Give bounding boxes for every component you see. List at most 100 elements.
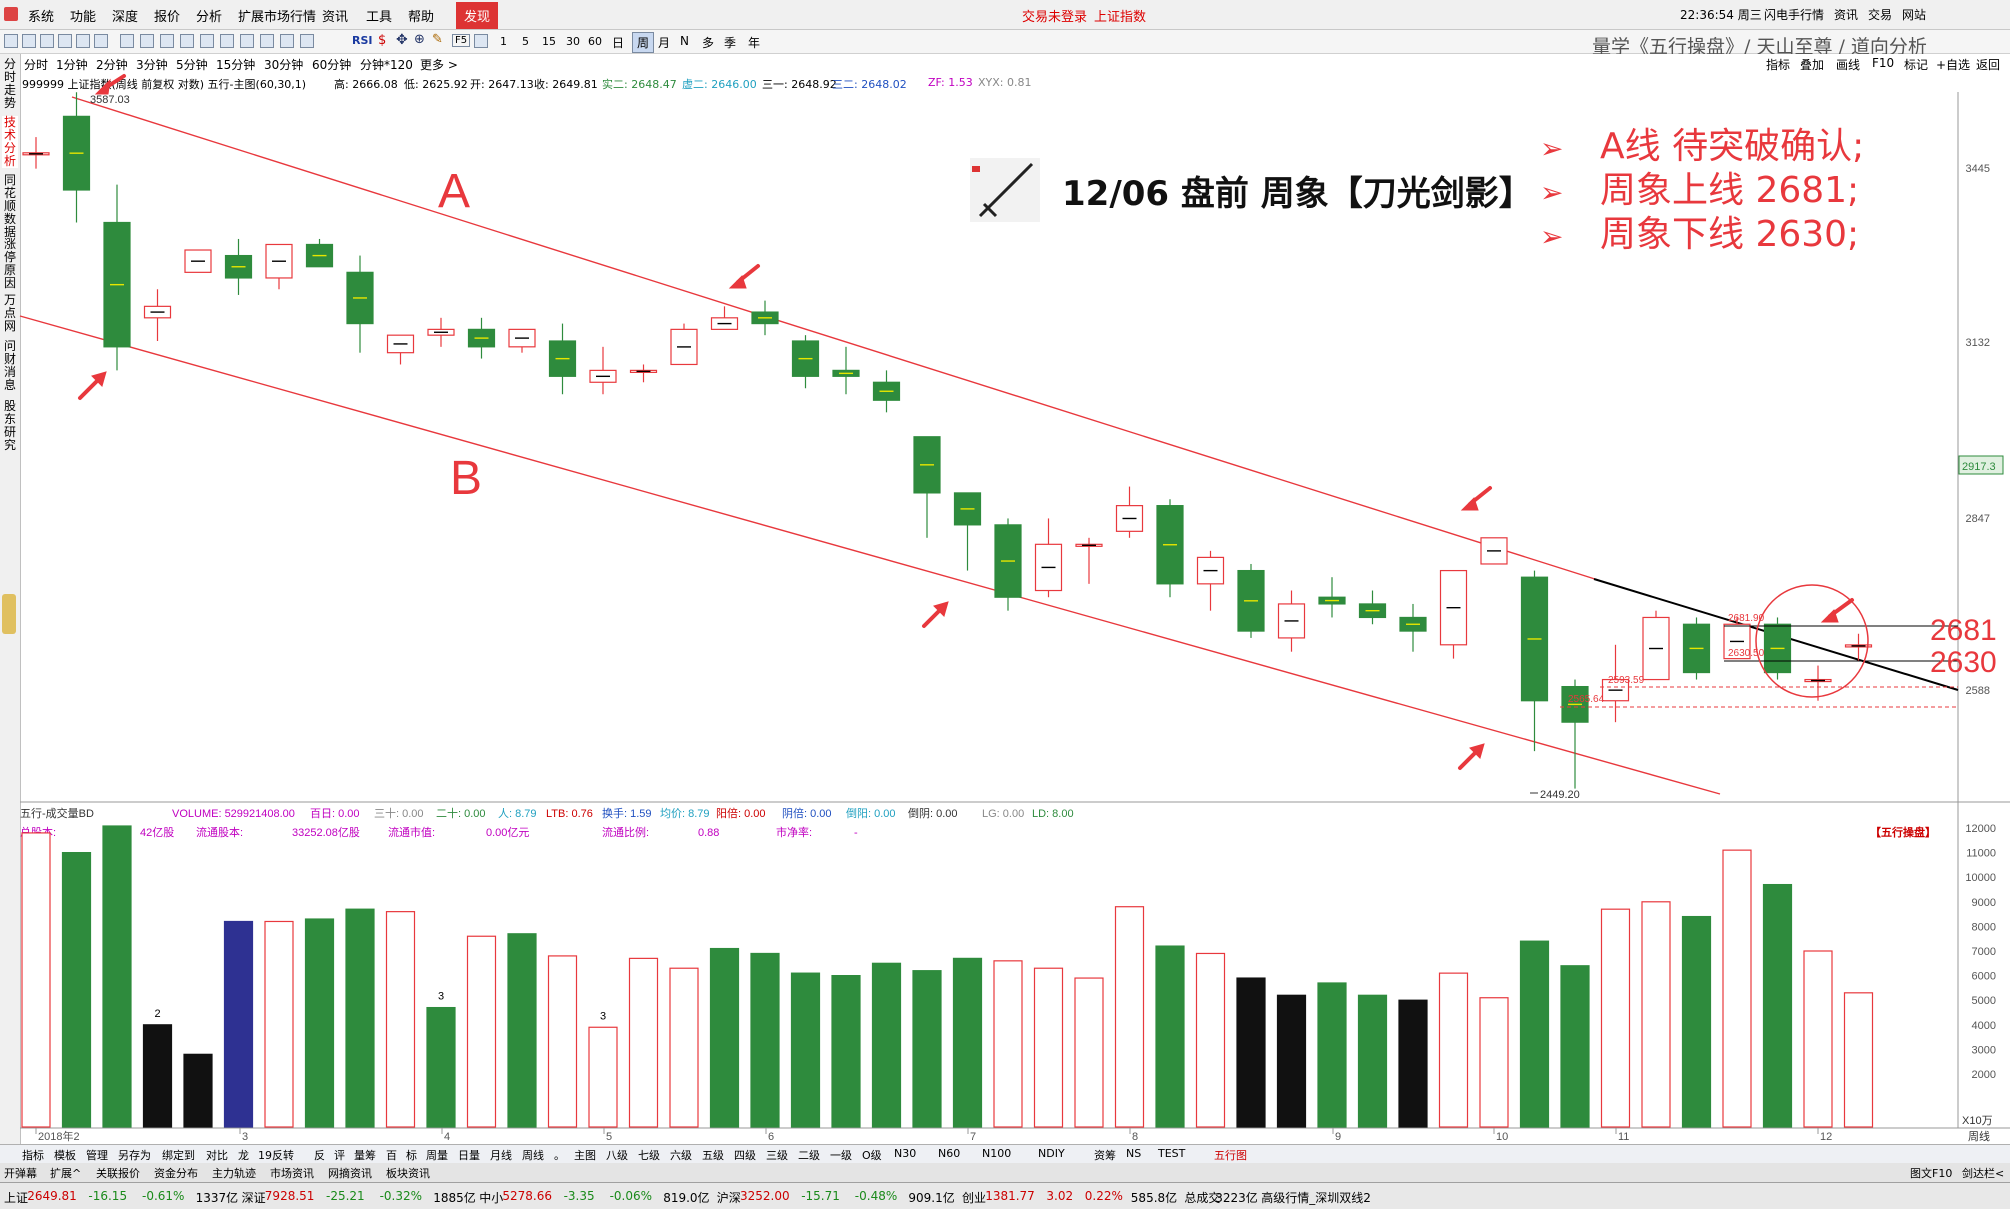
vol-sjl-value: - — [854, 827, 858, 839]
indicator-tab[interactable]: 周线 — [522, 1147, 544, 1163]
arrow-markers — [78, 74, 1854, 770]
status-item: -25.21 — [326, 1189, 365, 1203]
candle — [1399, 603, 1427, 652]
indicator-tab-bar: 指标 模板 管理 另存为 绑定到 对比龙 19反转 反评量筹百标周量 日量 月线 周线。主图 八级 七级… — [0, 1144, 2010, 1163]
indicator-tab[interactable]: 四级 — [734, 1147, 756, 1163]
level-label-2593: 2593.59 — [1608, 675, 1645, 686]
indicator-tab[interactable]: 管理 — [86, 1147, 108, 1163]
indicator-tab[interactable]: 八级 — [606, 1147, 628, 1163]
indicator-tab[interactable]: O级 — [862, 1147, 882, 1163]
volume-bar — [183, 1053, 213, 1128]
candle — [1439, 569, 1468, 659]
volume-bar — [628, 957, 659, 1128]
status-item: 909.1亿 — [908, 1191, 955, 1205]
status-item: -16.15 — [88, 1189, 128, 1203]
indicator-tab[interactable]: 19反转 — [258, 1147, 294, 1163]
indicator-tab[interactable]: TEST — [1158, 1147, 1185, 1160]
indicator-tab[interactable]: 模板 — [54, 1147, 76, 1163]
candle — [346, 255, 374, 353]
volume-bar — [588, 1026, 618, 1128]
candle — [791, 335, 820, 389]
indicator-tab[interactable]: 反 — [314, 1147, 325, 1163]
volume-tick: 12000 — [1965, 823, 1996, 835]
bottom-tab[interactable]: 关联报价 — [96, 1165, 140, 1181]
indicator-tab[interactable]: 五级 — [702, 1147, 724, 1163]
volume-bar — [750, 952, 780, 1128]
indicator-tab[interactable]: 二级 — [798, 1147, 820, 1163]
vol-ltsz: 流通市值: — [388, 825, 435, 839]
date-tick-label: 3 — [242, 1131, 248, 1143]
candle — [508, 328, 536, 353]
volume-bar — [1114, 906, 1145, 1128]
indicator-tab[interactable]: 三级 — [766, 1147, 788, 1163]
status-item: 高级行情_深圳双线2 — [1261, 1191, 1371, 1205]
bottom-tab[interactable]: 网摘资讯 — [328, 1165, 372, 1181]
candle — [670, 323, 698, 366]
volume-tick: 8000 — [1972, 921, 1996, 933]
vol-lb: 倒阳: 0.00 — [846, 807, 896, 820]
indicator-tab[interactable]: 主图 — [574, 1147, 596, 1163]
bottom-tab[interactable]: 开弹幕 — [4, 1165, 37, 1181]
indicator-tab[interactable]: 另存为 — [118, 1147, 151, 1163]
indicator-tab[interactable]: 评 — [334, 1147, 345, 1163]
indicator-tab[interactable]: 指标 — [22, 1147, 44, 1163]
bottom-tab[interactable]: 扩展^ — [50, 1165, 81, 1181]
candle — [22, 137, 50, 169]
indicator-tab[interactable]: 六级 — [670, 1147, 692, 1163]
volume-tick: 5000 — [1972, 995, 1996, 1007]
status-item: 创业 — [962, 1191, 987, 1205]
indicator-tab[interactable]: 五行图 — [1214, 1147, 1247, 1163]
indicator-tab[interactable]: 绑定到 — [162, 1147, 195, 1163]
indicator-tab[interactable]: 月线 — [490, 1147, 512, 1163]
kline-chart[interactable]: 3445 3132 2847 2588 2917.3 A B 2681.90 2… — [0, 0, 2010, 1209]
btn-graphic-f10[interactable]: 图文F10 — [1910, 1165, 1952, 1181]
bottom-tab[interactable]: 市场资讯 — [270, 1165, 314, 1181]
indicator-tab[interactable]: 龙 — [238, 1147, 249, 1163]
candle — [629, 364, 658, 383]
indicator-tab[interactable]: 标 — [406, 1147, 417, 1163]
indicator-tab[interactable]: 。 — [554, 1147, 565, 1163]
bottom-tab[interactable]: 板块资讯 — [386, 1165, 430, 1181]
indicator-tab[interactable]: 一级 — [830, 1147, 852, 1163]
status-item: -0.32% — [379, 1189, 423, 1203]
vol-b100: 百日: 0.00 — [310, 808, 360, 820]
date-tick-label: 8 — [1132, 1131, 1138, 1143]
volume-bar — [1033, 967, 1064, 1128]
volume-bar — [547, 955, 578, 1128]
indicator-tab[interactable]: N30 — [894, 1147, 916, 1160]
candle — [386, 334, 415, 365]
indicator-tab[interactable]: 资筹 — [1094, 1147, 1116, 1163]
indicator-tab[interactable]: 七级 — [638, 1147, 660, 1163]
vol-volume: VOLUME: 529921408.00 — [172, 808, 295, 820]
indicator-tab[interactable]: N60 — [938, 1147, 960, 1160]
volume-bar — [426, 1006, 456, 1128]
high-extreme-label: 3587.03 — [90, 94, 130, 106]
btn-sword-bar[interactable]: 剑达栏< — [1962, 1165, 2004, 1181]
date-tick-label: 7 — [970, 1131, 976, 1143]
volume-bar — [1438, 972, 1469, 1128]
bottom-tab[interactable]: 主力轨迹 — [212, 1165, 256, 1181]
indicator-tab[interactable]: 百 — [386, 1147, 397, 1163]
indicator-tab[interactable]: 日量 — [458, 1147, 480, 1163]
vol-ltgb: 流通股本: — [196, 825, 243, 839]
volume-bar — [345, 908, 375, 1128]
bottom-tab[interactable]: 资金分布 — [154, 1165, 198, 1181]
level-label-2565: 2565.64 — [1568, 694, 1605, 705]
candle — [467, 317, 496, 359]
indicator-tab[interactable]: 周量 — [426, 1147, 448, 1163]
candle — [913, 436, 941, 538]
big-label-2630: 2630 — [1930, 646, 1997, 679]
indicator-tab[interactable]: NDIY — [1038, 1147, 1065, 1160]
date-tick-label: 10 — [1496, 1131, 1508, 1143]
status-item: 上证 — [4, 1191, 29, 1205]
indicator-tab[interactable]: 对比 — [206, 1147, 228, 1163]
volume-bar — [1722, 849, 1752, 1128]
candle — [953, 492, 982, 571]
price-tick-3445: 3445 — [1966, 163, 1990, 175]
volume-bar — [1843, 992, 1874, 1128]
indicator-tab[interactable]: NS — [1126, 1147, 1141, 1160]
indicator-tab[interactable]: 量筹 — [354, 1147, 376, 1163]
indicator-tab[interactable]: N100 — [982, 1147, 1011, 1160]
date-axis-period-label[interactable]: 周线 — [1968, 1129, 1990, 1143]
volume-tick: 7000 — [1972, 946, 1996, 958]
